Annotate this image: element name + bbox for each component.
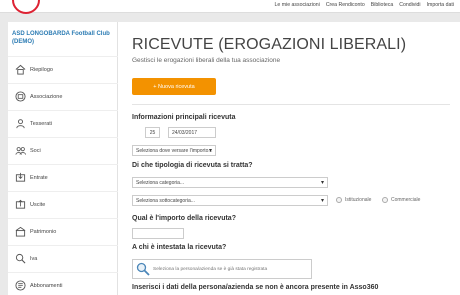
radio-dot[interactable] — [336, 197, 342, 203]
nav-create-report[interactable]: Crea Rendiconto — [326, 2, 365, 8]
main-content: RICEVUTE (EROGAZIONI LIBERALI) Gestisci … — [118, 22, 460, 295]
radio-label: Commerciale — [391, 197, 421, 203]
sidebar: ASD LONGOBARDA Football Club (DEMO) Riep… — [8, 22, 118, 295]
radio-label: Istituzionale — [345, 197, 372, 203]
sidebar-item-associazione[interactable]: Associazione — [8, 83, 118, 109]
sidebar-item-uscite[interactable]: Uscite — [8, 191, 118, 217]
section-receipt-type: Di che tipologia di ricevuta si tratta? — [132, 162, 253, 169]
page-title: RICEVUTE (EROGAZIONI LIBERALI) — [132, 36, 407, 53]
nav-import-data[interactable]: Importa dati — [427, 2, 454, 8]
radio-institutional[interactable]: Istituzionale — [336, 197, 371, 203]
sidebar-item-entrate[interactable]: Entrate — [8, 164, 118, 190]
section-main-info: Informazioni principali ricevuta — [132, 114, 236, 121]
sidebar-item-label: Soci — [30, 147, 41, 154]
building-icon — [14, 91, 26, 103]
receipt-number-field[interactable]: 25 — [145, 127, 160, 138]
new-receipt-button[interactable]: + Nuova ricevuta — [132, 78, 216, 95]
app-logo[interactable] — [12, 0, 40, 14]
members-icon — [14, 118, 26, 130]
sidebar-item-iva[interactable]: Iva — [8, 245, 118, 271]
sidebar-item-label: Riepilogo — [30, 66, 53, 73]
holder-search-input[interactable]: Seleziona la persona/azienda se è già st… — [132, 259, 312, 279]
sidebar-item-patrimonio[interactable]: Patrimonio — [8, 218, 118, 244]
sidebar-item-label: Uscite — [30, 201, 46, 208]
income-icon — [14, 172, 26, 184]
receipt-date-field[interactable]: 24/03/2017 — [168, 127, 216, 138]
sidebar-item-label: Associazione — [30, 93, 63, 100]
sidebar-item-label: Iva — [30, 255, 38, 262]
expenses-icon — [14, 199, 26, 211]
deposit-account-select[interactable]: Seleziona dove versare l'importo... — [132, 145, 216, 156]
sidebar-item-label: Abbonamenti — [30, 282, 63, 289]
category-select[interactable]: Seleziona categoria... — [132, 177, 328, 188]
sidebar-item-label: Entrate — [30, 174, 48, 181]
top-bar: Le mie associazioni Crea Rendiconto Bibl… — [0, 0, 460, 14]
tax-icon — [14, 253, 26, 265]
sidebar-item-label: Patrimonio — [30, 228, 57, 235]
radio-dot[interactable] — [382, 197, 388, 203]
section-amount: Qual è l'importo della ricevuta? — [132, 215, 236, 222]
subscription-icon — [14, 280, 26, 292]
nav-share[interactable]: Condividi — [399, 2, 420, 8]
sidebar-item-tesserati[interactable]: Tesserati — [8, 110, 118, 136]
club-name: ASD LONGOBARDA Football Club (DEMO) — [12, 31, 110, 45]
amount-input[interactable] — [132, 228, 184, 239]
holder-search-placeholder: Seleziona la persona/azienda se è già st… — [153, 266, 268, 272]
nav-my-associations[interactable]: Le mie associazioni — [275, 2, 320, 8]
page-subtitle: Gestisci le erogazioni liberali della tu… — [132, 57, 281, 64]
search-icon — [133, 262, 153, 276]
subcategory-select[interactable]: Seleziona sottocategoria... — [132, 195, 328, 206]
sidebar-item-riepilogo[interactable]: Riepilogo — [8, 56, 118, 82]
home-icon — [14, 64, 26, 76]
radio-commercial[interactable]: Commerciale — [382, 197, 420, 203]
assets-icon — [14, 226, 26, 238]
nav-library[interactable]: Biblioteca — [371, 2, 394, 8]
top-navigation: Le mie associazioni Crea Rendiconto Bibl… — [275, 2, 454, 8]
section-holder: A chi è intestata la ricevuta? — [132, 244, 227, 251]
divider — [132, 104, 450, 105]
sidebar-item-soci[interactable]: Soci — [8, 137, 118, 163]
sidebar-item-label: Tesserati — [30, 120, 53, 127]
partners-icon — [14, 145, 26, 157]
sidebar-item-abbonamenti[interactable]: Abbonamenti — [8, 272, 118, 295]
section-new-person: Inserisci i dati della persona/azienda s… — [132, 284, 379, 291]
